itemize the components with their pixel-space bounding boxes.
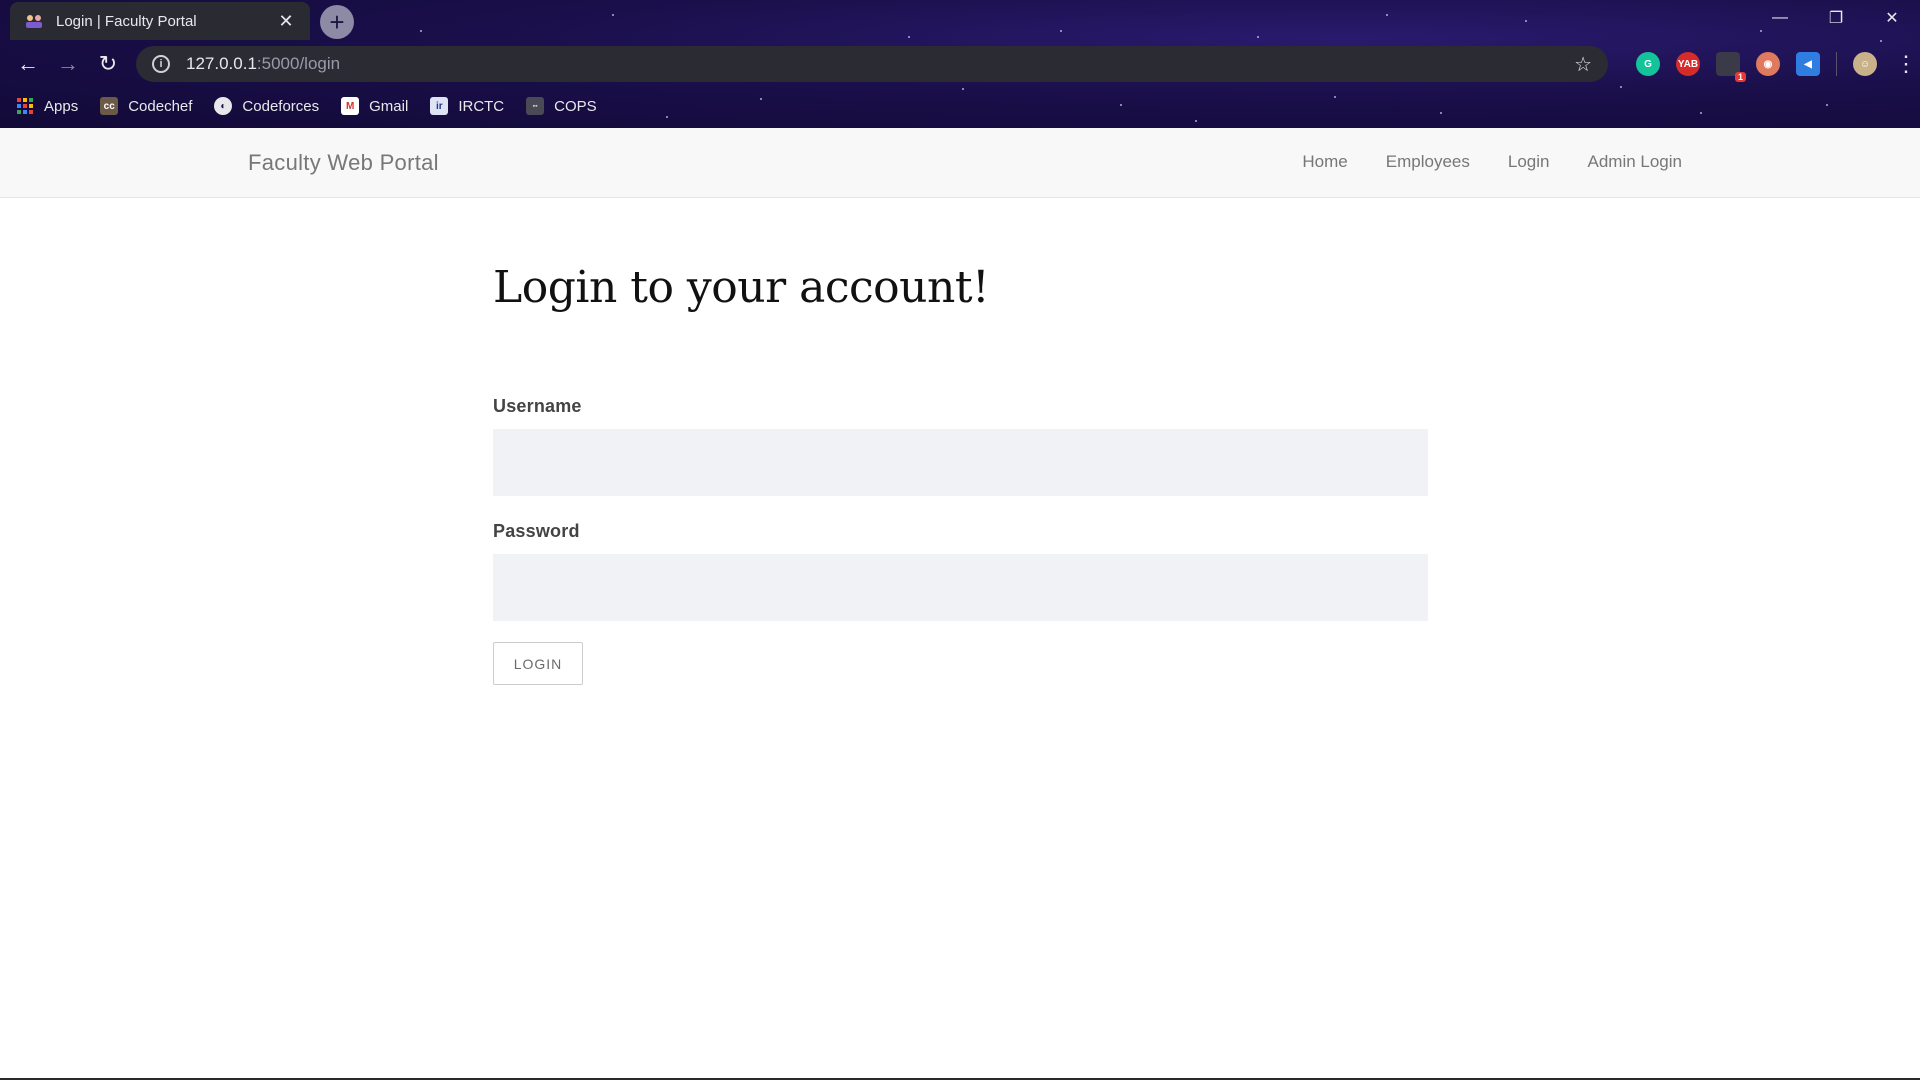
owl-extension-icon[interactable]: ◉ — [1756, 52, 1780, 76]
profile-avatar-icon[interactable]: ☺ — [1853, 52, 1877, 76]
nav-link-admin-login[interactable]: Admin Login — [1587, 152, 1682, 172]
yab-extension-icon[interactable]: YAB — [1676, 52, 1700, 76]
site-navbar: Faculty Web Portal Home Employees Login … — [0, 128, 1920, 198]
browser-tab[interactable]: Login | Faculty Portal ✕ — [10, 2, 310, 40]
bookmark-label: Apps — [44, 97, 79, 115]
username-group: Username — [493, 396, 1428, 496]
username-input[interactable] — [493, 429, 1428, 496]
address-bar[interactable]: i 127.0.0.1:5000/login ☆ — [136, 46, 1608, 82]
extensions-area: G YAB 1 ◉ ◀ ☺ ⋮ — [1620, 46, 1917, 82]
gmail-icon: M — [341, 97, 360, 115]
speaker-extension-icon[interactable]: ◀ — [1796, 52, 1820, 76]
browser-toolbar: ← → ↻ i 127.0.0.1:5000/login ☆ G YAB 1 ◉… — [0, 42, 1920, 86]
bookmark-codechef[interactable]: cc Codechef — [100, 97, 192, 115]
browser-chrome: Login | Faculty Portal ✕ + — ❐ ✕ ← → ↻ i… — [0, 0, 1920, 128]
extension-badge-icon[interactable]: 1 — [1716, 52, 1746, 82]
cops-icon: ▪▪ — [526, 97, 545, 115]
restore-icon[interactable]: ❐ — [1808, 0, 1864, 36]
url-text: 127.0.0.1:5000/login — [186, 54, 341, 73]
apps-grid-icon — [16, 97, 34, 115]
username-label: Username — [493, 396, 582, 416]
brand-logo-text[interactable]: Faculty Web Portal — [248, 150, 439, 176]
tab-close-icon[interactable]: ✕ — [276, 11, 296, 32]
bookmark-label: Codeforces — [242, 97, 320, 115]
back-arrow-icon[interactable]: ← — [8, 44, 48, 84]
nav-link-employees[interactable]: Employees — [1386, 152, 1470, 172]
bookmarks-bar: Apps cc Codechef ◐ Codeforces M Gmail ir… — [16, 92, 619, 120]
bookmark-apps[interactable]: Apps — [16, 97, 78, 115]
password-group: Password — [493, 521, 1428, 621]
new-tab-button[interactable]: + — [320, 5, 354, 39]
site-info-icon[interactable]: i — [152, 55, 170, 73]
page-title: Login to your account! — [493, 262, 990, 313]
login-form: Login to your account! Username Password… — [493, 262, 1428, 685]
codechef-icon: cc — [100, 97, 119, 115]
bookmark-label: IRCTC — [458, 97, 505, 115]
bookmark-label: COPS — [554, 97, 597, 115]
password-input[interactable] — [493, 554, 1428, 621]
nav-link-login[interactable]: Login — [1508, 152, 1550, 172]
bookmark-gmail[interactable]: M Gmail — [341, 97, 408, 115]
grammarly-icon[interactable]: G — [1636, 52, 1660, 76]
globe-icon: ◐ — [214, 97, 233, 115]
password-label: Password — [493, 521, 580, 541]
irctc-icon: ir — [430, 97, 449, 115]
bookmark-codeforces[interactable]: ◐ Codeforces — [214, 97, 319, 115]
nav-links: Home Employees Login Admin Login — [1264, 152, 1682, 172]
window-controls: — ❐ ✕ — [1752, 0, 1920, 36]
login-button[interactable]: LOGIN — [493, 642, 583, 685]
bookmark-irctc[interactable]: ir IRCTC — [430, 97, 504, 115]
nav-link-home[interactable]: Home — [1302, 152, 1347, 172]
toolbar-separator — [1836, 52, 1837, 76]
browser-menu-icon[interactable]: ⋮ — [1895, 51, 1917, 77]
tab-title: Login | Faculty Portal — [56, 12, 197, 30]
bookmark-cops[interactable]: ▪▪ COPS — [526, 97, 597, 115]
forward-arrow-icon[interactable]: → — [48, 44, 88, 84]
bookmark-label: Codechef — [128, 97, 193, 115]
reload-icon[interactable]: ↻ — [88, 44, 128, 84]
close-window-icon[interactable]: ✕ — [1864, 0, 1920, 36]
minimize-icon[interactable]: — — [1752, 0, 1808, 36]
bookmark-label: Gmail — [369, 97, 409, 115]
bookmark-star-icon[interactable]: ☆ — [1574, 52, 1592, 77]
faculty-portal-favicon-icon — [24, 13, 44, 29]
